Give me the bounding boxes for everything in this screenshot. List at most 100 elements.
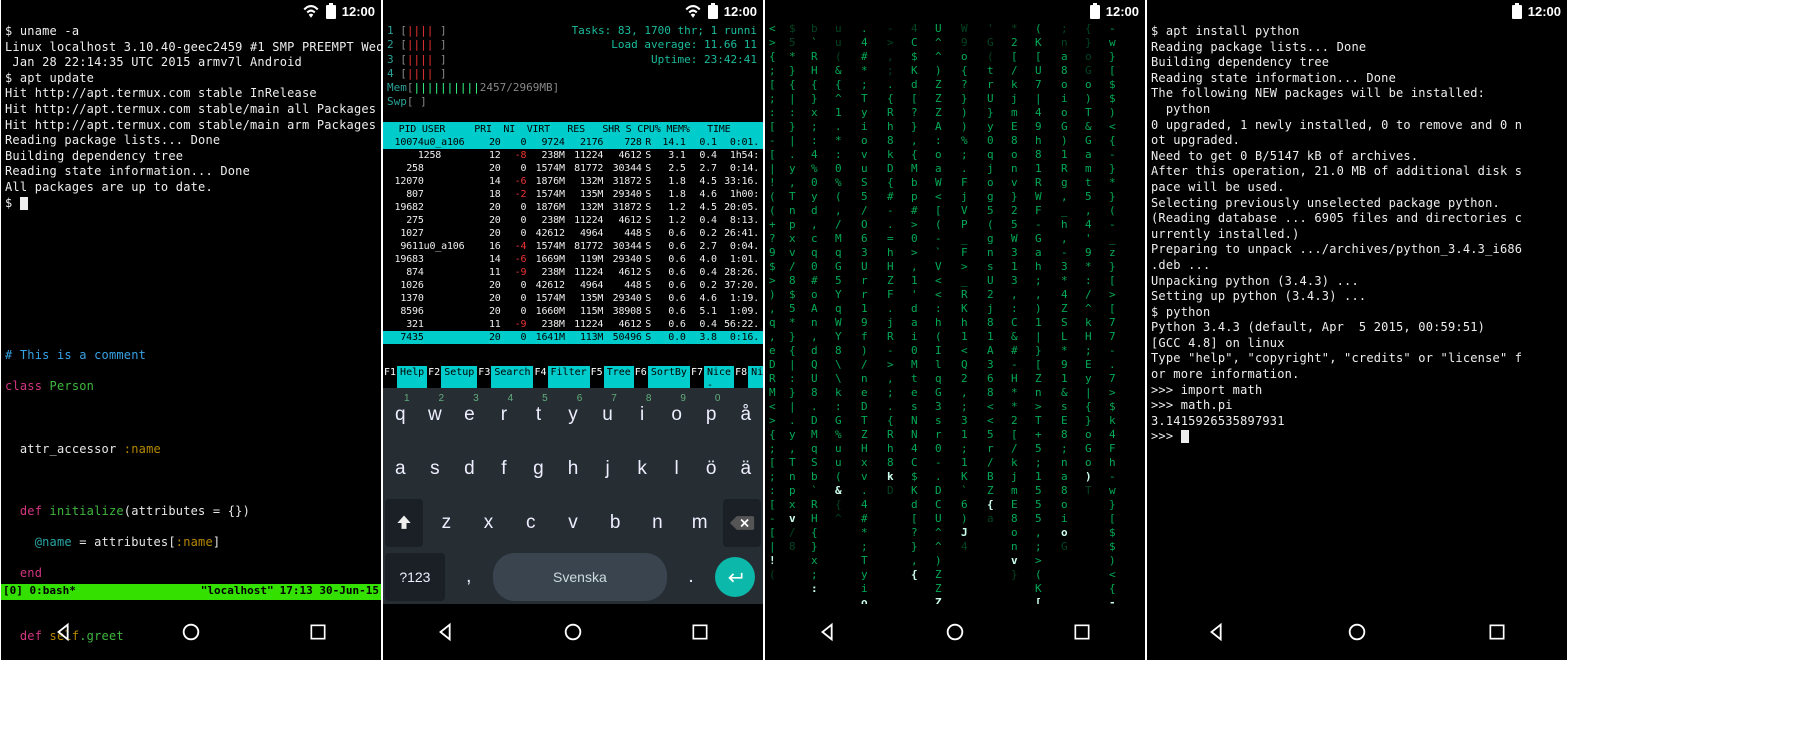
process-row[interactable]: 1370 200 1574M135M 29340S 0.64.6 1:19. — [383, 292, 763, 305]
key-e[interactable]: e3 — [454, 391, 485, 439]
status-time: 12:00 — [1106, 4, 1139, 19]
key-dot[interactable]: . — [671, 553, 711, 601]
key-c[interactable]: c — [512, 499, 550, 547]
process-row[interactable]: 7435 200 1641M113M 50496S 0.03.8 0:16. — [383, 331, 763, 344]
key-v[interactable]: v — [554, 499, 592, 547]
term-line: The following NEW packages will be insta… — [1151, 86, 1563, 102]
key-a[interactable]: a — [385, 445, 416, 493]
term-line: pace will be used. — [1151, 180, 1563, 196]
process-row[interactable]: 1 258 12-8 238M11224 4612S 3.10.4 1h54: — [383, 149, 763, 162]
nav-home-icon[interactable] — [1343, 618, 1371, 646]
term-line: urrently installed.) — [1151, 227, 1563, 243]
term-line: Linux localhost 3.10.40-geec2459 #1 SMP … — [5, 40, 377, 56]
key-symbols[interactable]: ?123 — [385, 553, 445, 601]
term-line: Hit http://apt.termux.com stable InRelea… — [5, 86, 377, 102]
key-f[interactable]: f — [489, 445, 520, 493]
key-w[interactable]: w2 — [420, 391, 451, 439]
process-row[interactable]: 275 200 238M11224 4612S 1.20.4 8:13. — [383, 214, 763, 227]
term-line: Jan 28 22:14:35 UTC 2015 armv7l Android — [5, 55, 377, 71]
key-r[interactable]: r4 — [489, 391, 520, 439]
nav-recent-icon[interactable] — [304, 618, 332, 646]
terminal-output-top[interactable]: $ uname -aLinux localhost 3.10.40-geec24… — [5, 24, 377, 211]
process-row[interactable]: 321 11-9 238M11224 4612S 0.60.4 56:22. — [383, 318, 763, 331]
term-line: $ uname -a — [5, 24, 377, 40]
key-g[interactable]: g — [523, 445, 554, 493]
key-k[interactable]: k — [627, 445, 658, 493]
process-row[interactable]: 874 11-9 238M11224 4612S 0.60.4 28:26. — [383, 266, 763, 279]
process-row[interactable]: 19683 14-6 1669M119M 29340S 0.64.0 1:01. — [383, 253, 763, 266]
term-line: Reading state information... Done — [1151, 71, 1563, 87]
key-ä[interactable]: ä — [730, 445, 761, 493]
nav-home-icon[interactable] — [941, 618, 969, 646]
nav-back-icon[interactable] — [1203, 618, 1231, 646]
terminal-output-python[interactable]: $ apt install pythonReading package list… — [1151, 24, 1563, 445]
screenshot-python-repl: 12:00 $ apt install pythonReading packag… — [1147, 0, 1567, 660]
matrix-column: 'G(trU}y0qjog5(gnsU2j81A368<<5r/BZ{a — [987, 22, 994, 526]
term-line: Setting up python (3.4.3) ... — [1151, 289, 1563, 305]
key-l[interactable]: l — [661, 445, 692, 493]
key-u[interactable]: u7 — [592, 391, 623, 439]
term-line: Reading state information... Done — [5, 164, 377, 180]
term-line: >>> import math — [1151, 383, 1563, 399]
key-shift[interactable] — [385, 499, 423, 547]
process-row[interactable]: 8596 200 1660M115M 38908S 0.65.1 1:09. — [383, 305, 763, 318]
process-row[interactable]: 258 200 1574M81772 30344S 2.52.7 0:14. — [383, 162, 763, 175]
nav-recent-icon[interactable] — [1483, 618, 1511, 646]
process-row[interactable]: 807 18-2 1574M135M 29340S 1.84.6 1h00: — [383, 188, 763, 201]
nav-back-icon[interactable] — [814, 618, 842, 646]
key-enter[interactable] — [715, 557, 755, 597]
key-y[interactable]: y6 — [558, 391, 589, 439]
process-row[interactable]: 1027 200 426124964 448S 0.60.2 26:41. — [383, 227, 763, 240]
cmatrix-output: <>{;[;:[-[|!((+?9$>),q,eDRM<>{;[;:[-[|!(… — [765, 22, 1145, 604]
term-line: Unpacking python (3.4.3) ... — [1151, 274, 1563, 290]
nav-recent-icon[interactable] — [686, 618, 714, 646]
htop-process-list[interactable]: 10074 u0_a106 200 97242176 728R 14.10.1 … — [383, 136, 763, 344]
key-j[interactable]: j — [592, 445, 623, 493]
term-line: ot upgraded. — [1151, 133, 1563, 149]
key-n[interactable]: n — [638, 499, 676, 547]
key-backspace[interactable] — [723, 499, 761, 547]
matrix-column: 4C$Kd[?},{Mbp#>0>,1'dai0MtesNN4C$Kd[?},{ — [911, 22, 918, 582]
nav-back-icon[interactable] — [432, 618, 460, 646]
key-d[interactable]: d — [454, 445, 485, 493]
key-i[interactable]: i8 — [627, 391, 658, 439]
key-m[interactable]: m — [681, 499, 719, 547]
nav-recent-icon[interactable] — [1068, 618, 1096, 646]
status-bar: 12:00 — [684, 0, 757, 22]
nav-home-icon[interactable] — [177, 618, 205, 646]
key-ö[interactable]: ö — [696, 445, 727, 493]
key-s[interactable]: s — [420, 445, 451, 493]
battery-icon — [326, 3, 336, 19]
wifi-icon — [302, 4, 320, 18]
process-row[interactable]: 9611 u0_a106 16-4 1574M81772 30344S 0.62… — [383, 240, 763, 253]
onscreen-keyboard[interactable]: q1w2e3r4t5y6u7i8o9p0åasdfghjklöäzxcvbnm … — [383, 388, 763, 604]
nav-home-icon[interactable] — [559, 618, 587, 646]
htop-tasks: Tasks: 83, 1700 thr; 1 runni — [572, 24, 757, 38]
term-line: (Reading database ... 6905 files and dir… — [1151, 211, 1563, 227]
key-z[interactable]: z — [427, 499, 465, 547]
key-å[interactable]: å — [730, 391, 761, 439]
matrix-column: -w}[$$)<{-}*}(-_z}[>[77-.7>$k4Fh-w}[$$)<… — [1109, 22, 1116, 604]
key-p[interactable]: p0 — [696, 391, 727, 439]
key-comma[interactable]: , — [449, 553, 489, 601]
htop-header: PID USER PRI NI VIRT RES SHR S CPU% MEM%… — [383, 122, 763, 137]
key-q[interactable]: q1 — [385, 391, 416, 439]
battery-icon — [708, 3, 718, 19]
process-row[interactable]: 10074 u0_a106 200 97242176 728R 14.10.1 … — [383, 136, 763, 149]
matrix-column: *2[/kjmE8onv}25W313,:C&#-H**2[/kjmE8onv} — [1011, 22, 1018, 582]
process-row[interactable]: 19682 200 1876M132M 31872S 1.24.5 20:05. — [383, 201, 763, 214]
key-space[interactable]: Svenska — [493, 553, 667, 601]
tmux-left: [0] 0:bash* — [3, 584, 201, 600]
key-h[interactable]: h — [558, 445, 589, 493]
status-bar: 12:00 — [1512, 0, 1561, 22]
key-x[interactable]: x — [469, 499, 507, 547]
key-b[interactable]: b — [596, 499, 634, 547]
process-row[interactable]: 1026 200 426124964 448S 0.60.2 37:20. — [383, 279, 763, 292]
matrix-column: W9o{?}))%;.FjVP_F>_RKh1<Q2,;31;1K`6)J4 — [961, 22, 968, 554]
nav-back-icon[interactable] — [50, 618, 78, 646]
screenshot-termux-apt: 12:00 $ uname -aLinux localhost 3.10.40-… — [1, 0, 381, 660]
process-row[interactable]: 12070 14-6 1876M132M 31872S 1.84.5 33:16… — [383, 175, 763, 188]
key-o[interactable]: o9 — [661, 391, 692, 439]
key-t[interactable]: t5 — [523, 391, 554, 439]
android-navbar — [1147, 604, 1567, 660]
